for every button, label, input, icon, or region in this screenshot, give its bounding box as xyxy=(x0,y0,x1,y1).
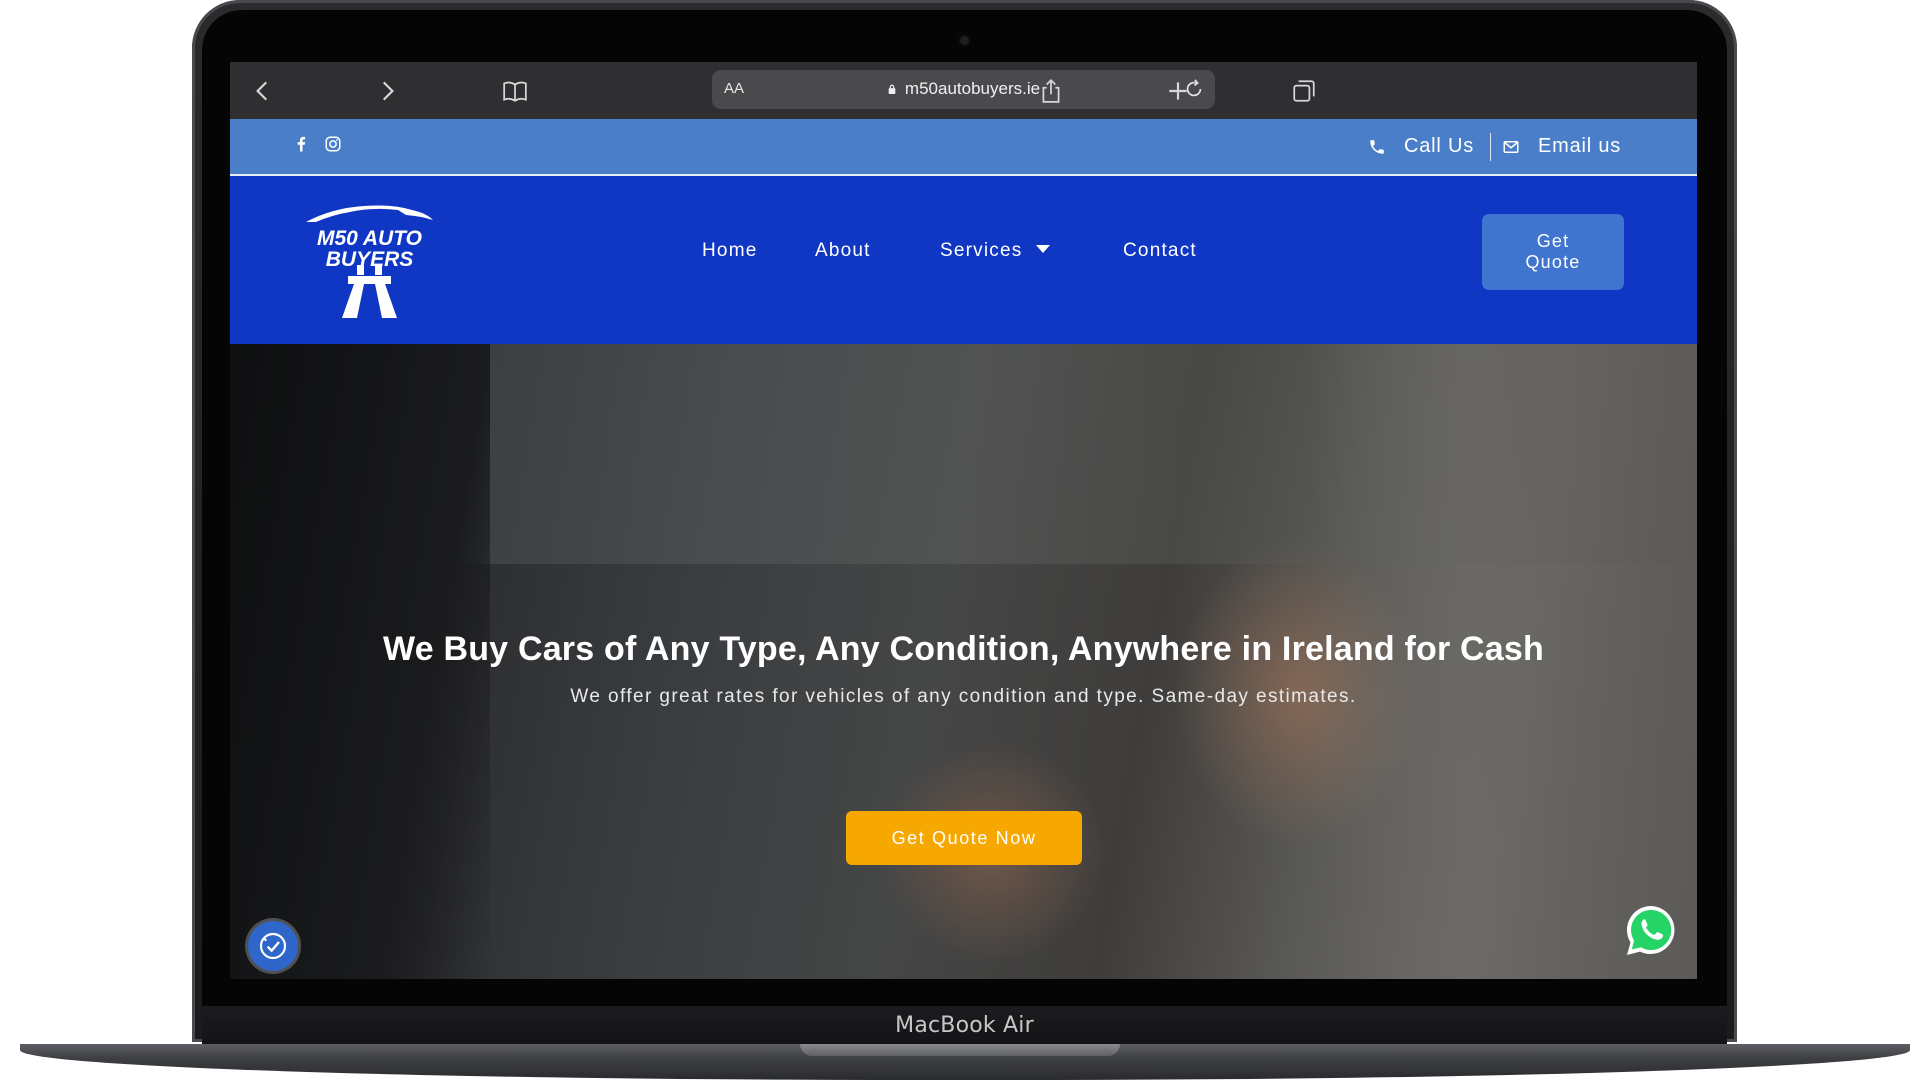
site-logo[interactable]: M50 AUTO BUYERS xyxy=(302,200,437,325)
hero-subtitle: We offer great rates for vehicles of any… xyxy=(570,686,1357,707)
whatsapp-icon xyxy=(1626,906,1675,955)
lock-icon xyxy=(888,84,896,94)
get-quote-line-1: Get xyxy=(1536,231,1570,251)
instagram-icon[interactable] xyxy=(324,135,344,155)
main-navbar: M50 AUTO BUYERS Home About Services Cont… xyxy=(230,176,1697,344)
camera xyxy=(960,36,969,45)
address-bar[interactable]: AA m50autobuyers.ie xyxy=(712,70,1215,109)
nav-contact[interactable]: Contact xyxy=(1123,240,1197,262)
url-text: m50autobuyers.ie xyxy=(904,79,1041,98)
logo-wordmark: M50 AUTO BUYERS xyxy=(302,228,437,270)
mail-icon xyxy=(1503,140,1519,153)
get-quote-button[interactable]: Get Quote xyxy=(1482,214,1624,290)
hero-title: We Buy Cars of Any Type, Any Condition, … xyxy=(383,630,1544,668)
whatsapp-button[interactable] xyxy=(1622,902,1680,960)
get-quote-line-2: Quote xyxy=(1525,252,1581,272)
device-label: MacBook Air xyxy=(895,1012,1034,1038)
laptop-chin: MacBook Air xyxy=(202,1006,1727,1044)
hero-section: We Buy Cars of Any Type, Any Condition, … xyxy=(230,344,1697,979)
stage: MacBook Air AA m50autobuyers.ie Call Us … xyxy=(0,0,1920,1080)
nav-services-label: Services xyxy=(940,240,1023,261)
call-us-label: Call Us xyxy=(1404,135,1475,157)
browser-toolbar: AA m50autobuyers.ie xyxy=(230,62,1697,119)
caret-down-icon xyxy=(1036,245,1051,253)
email-us-label: Email us xyxy=(1538,135,1622,157)
plus-icon[interactable] xyxy=(1163,76,1193,106)
chevron-left-icon[interactable] xyxy=(248,76,278,106)
call-us-link[interactable]: Call Us xyxy=(1368,135,1474,158)
screen: AA m50autobuyers.ie Call Us Email us M50… xyxy=(230,62,1697,979)
tabs-icon[interactable] xyxy=(1289,76,1319,106)
bookmarks-icon[interactable] xyxy=(500,76,530,106)
logo-line-1: M50 AUTO xyxy=(316,227,423,250)
nav-about[interactable]: About xyxy=(815,240,871,262)
accessibility-button[interactable] xyxy=(248,921,298,971)
nav-home[interactable]: Home xyxy=(702,240,757,262)
share-icon[interactable] xyxy=(1036,76,1066,106)
phone-icon xyxy=(1370,139,1384,154)
logo-line-2: BUYERS xyxy=(325,248,414,271)
accessibility-icon xyxy=(259,932,287,960)
laptop-notch xyxy=(800,1044,1120,1056)
topbar-divider xyxy=(1490,133,1491,161)
top-info-bar: Call Us Email us xyxy=(230,119,1697,176)
nav-services[interactable]: Services xyxy=(940,240,1051,262)
get-quote-now-button[interactable]: Get Quote Now xyxy=(846,811,1082,865)
chevron-right-icon[interactable] xyxy=(372,76,402,106)
facebook-icon[interactable] xyxy=(292,135,312,155)
email-us-link[interactable]: Email us xyxy=(1502,135,1621,158)
url-display: m50autobuyers.ie xyxy=(712,79,1215,99)
